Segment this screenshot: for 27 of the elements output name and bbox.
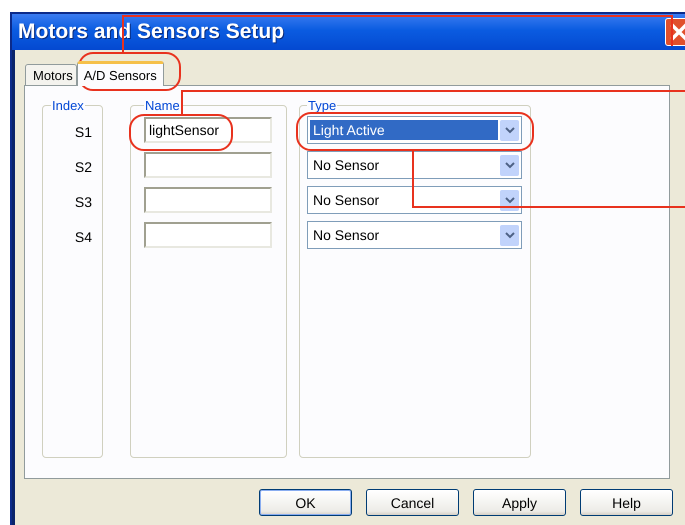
sensor-index: S3 [74,193,93,211]
sensor-index: S1 [74,123,93,141]
dropdown-value: No Sensor [312,191,380,210]
type-dropdown[interactable]: No Sensor [307,151,522,179]
dialog-button[interactable]: Help [580,489,673,516]
dropdown-value: No Sensor [312,156,380,175]
type-dropdown[interactable]: Light Active [307,116,522,144]
name-field[interactable] [144,187,272,213]
sensor-index: S4 [74,228,93,246]
close-button[interactable] [665,18,685,46]
name-field[interactable] [144,222,272,248]
type-dropdown[interactable]: No Sensor [307,221,522,249]
close-icon [670,23,685,41]
group-label: Type [307,98,338,113]
group-label: Name [144,98,181,113]
dialog-button[interactable]: Apply [473,489,566,516]
tab[interactable]: A/D Sensors [76,61,164,86]
name-field[interactable] [144,152,272,178]
tab[interactable]: Motors [25,64,77,85]
group-label: Index [51,98,85,113]
dropdown-value: Light Active [310,120,498,140]
name-field[interactable]: lightSensor [144,117,272,143]
type-dropdown[interactable]: No Sensor [307,186,522,214]
dialog-button[interactable]: OK [259,489,352,516]
dropdown-value: No Sensor [312,226,380,245]
sensor-index: S2 [74,158,93,176]
dialog-button[interactable]: Cancel [366,489,459,516]
